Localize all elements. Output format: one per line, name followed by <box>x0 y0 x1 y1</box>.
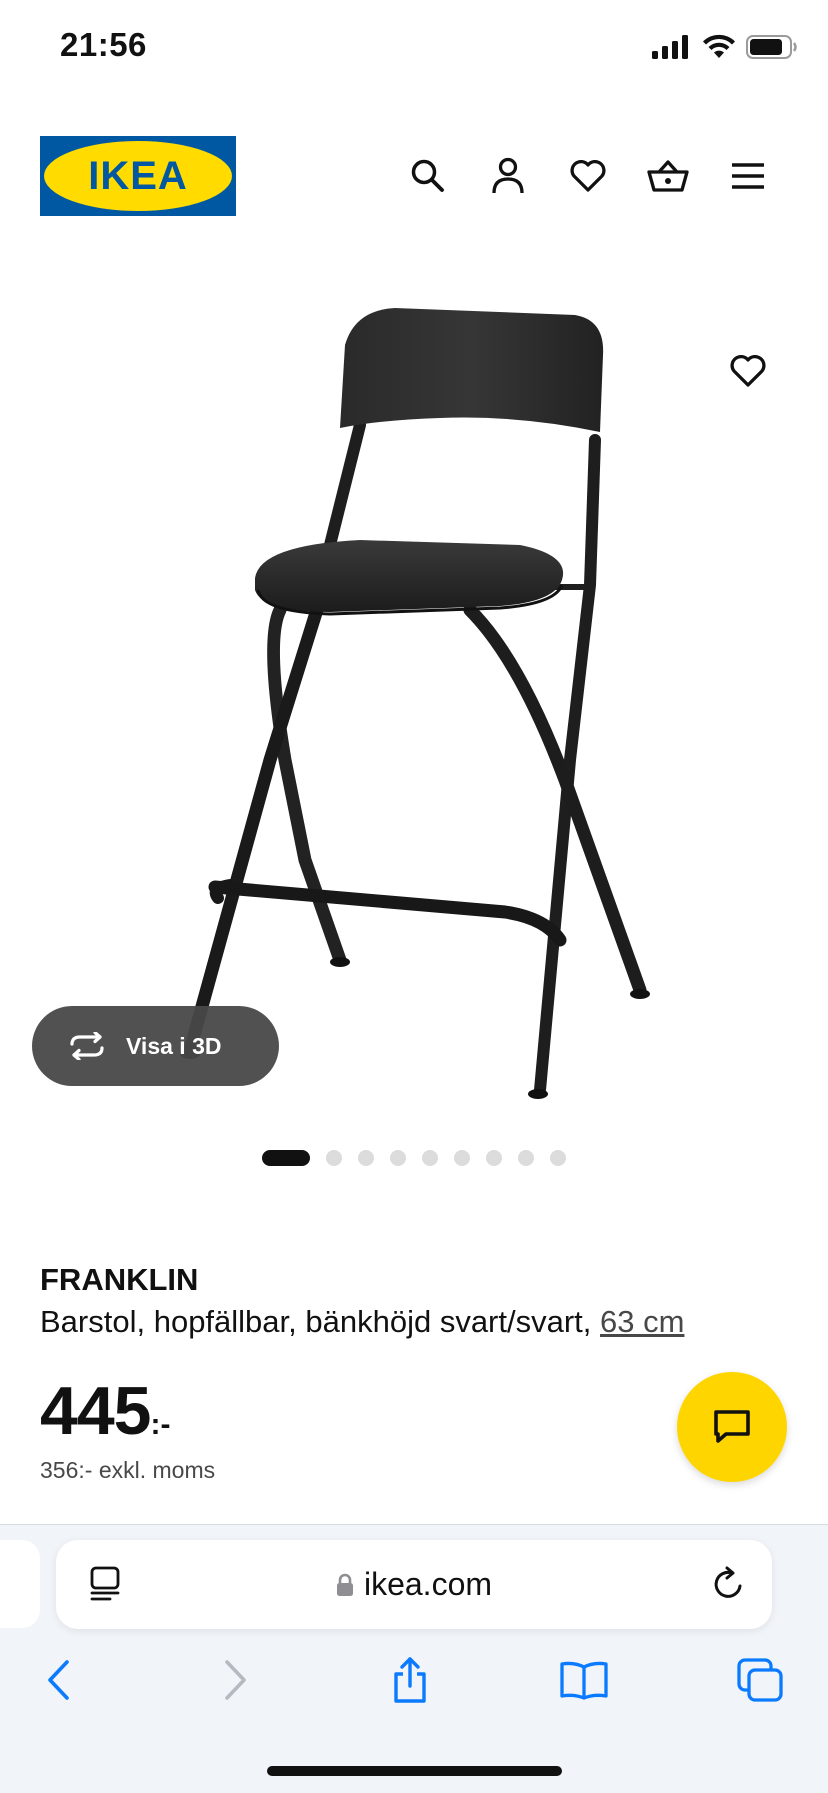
carousel-dot[interactable] <box>550 1150 566 1166</box>
shopping-basket-button[interactable] <box>643 151 693 201</box>
carousel-dot[interactable] <box>486 1150 502 1166</box>
carousel-dot[interactable] <box>518 1150 534 1166</box>
product-description: Barstol, hopfällbar, bänkhöjd svart/svar… <box>40 1304 684 1340</box>
chat-bubble-icon <box>714 1410 750 1443</box>
reload-button[interactable] <box>710 1564 746 1607</box>
view-in-3d-label: Visa i 3D <box>126 1032 222 1059</box>
page-menu-button[interactable] <box>88 1566 122 1607</box>
chat-button[interactable] <box>677 1372 787 1482</box>
previous-tab-preview[interactable] <box>0 1540 40 1628</box>
price-value: 445 <box>40 1373 151 1449</box>
image-carousel-indicator <box>262 1150 582 1166</box>
bar-stool-image <box>180 308 650 1099</box>
search-icon <box>411 159 444 192</box>
address-bar[interactable]: ikea.com <box>56 1540 772 1629</box>
shopping-basket-icon <box>647 160 689 192</box>
product-size-link[interactable]: 63 cm <box>600 1304 684 1339</box>
tabs-button[interactable] <box>730 1650 790 1710</box>
reload-icon <box>714 1566 742 1598</box>
back-button[interactable] <box>28 1650 88 1710</box>
wishlist-heart-icon <box>570 160 606 192</box>
book-icon <box>560 1661 608 1700</box>
share-button[interactable] <box>380 1650 440 1710</box>
tabs-icon <box>737 1658 783 1702</box>
ikea-logo-graphic: IKEA <box>40 136 236 216</box>
product-favorite-button[interactable] <box>723 346 773 396</box>
wifi-icon <box>703 34 735 58</box>
chevron-left-icon <box>48 1660 69 1700</box>
search-button[interactable] <box>403 151 453 201</box>
carousel-dot[interactable] <box>326 1150 342 1166</box>
account-icon <box>492 157 524 194</box>
account-button[interactable] <box>483 151 533 201</box>
lock-icon <box>336 1573 353 1596</box>
url-display: ikea.com <box>56 1540 772 1629</box>
share-icon <box>394 1657 426 1703</box>
bookmarks-button[interactable] <box>554 1650 614 1710</box>
menu-button[interactable] <box>723 151 773 201</box>
page-menu-icon <box>90 1566 120 1601</box>
view-in-3d-button[interactable]: Visa i 3D <box>32 1006 279 1086</box>
product-image[interactable] <box>0 250 828 1120</box>
carousel-dot[interactable] <box>390 1150 406 1166</box>
cellular-signal-icon <box>652 35 688 59</box>
chevron-right-icon <box>225 1660 246 1700</box>
menu-icon <box>732 163 764 189</box>
status-bar: 21:56 <box>0 0 828 100</box>
carousel-dot-active[interactable] <box>262 1150 310 1166</box>
price-suffix: :- <box>150 1408 171 1441</box>
wishlist-button[interactable] <box>563 151 613 201</box>
rotate-3d-icon <box>70 1032 104 1060</box>
ikea-logo[interactable]: IKEA <box>40 136 236 216</box>
battery-icon <box>746 35 797 59</box>
carousel-dot[interactable] <box>422 1150 438 1166</box>
product-price: 445 :- <box>40 1372 170 1450</box>
home-indicator <box>267 1766 562 1776</box>
carousel-dot[interactable] <box>454 1150 470 1166</box>
ikea-logo-text: IKEA <box>88 154 188 198</box>
product-description-text: Barstol, hopfällbar, bänkhöjd svart/svar… <box>40 1304 601 1339</box>
forward-button[interactable] <box>206 1650 266 1710</box>
product-name: FRANKLIN <box>40 1262 199 1297</box>
status-icons <box>652 34 798 60</box>
url-text: ikea.com <box>363 1566 493 1602</box>
status-time: 21:56 <box>60 26 147 63</box>
price-excluding-vat: 356:- exkl. moms <box>40 1457 216 1483</box>
heart-outline-icon <box>730 355 766 387</box>
carousel-dot[interactable] <box>358 1150 374 1166</box>
